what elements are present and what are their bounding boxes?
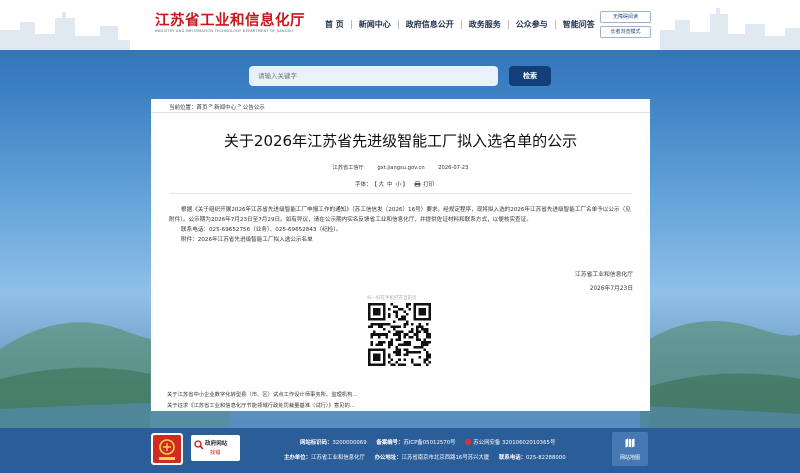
breadcrumb: 当前位置： 首页 > 新闻中心 > 公告公示 — [169, 103, 265, 111]
nav-public-participation[interactable]: 公众参与 — [509, 19, 555, 30]
police-record[interactable]: 苏公网安备 32010602010365号 — [473, 440, 555, 446]
article-date: 2026-07-23 — [438, 165, 469, 171]
qr-caption: 扫一扫在手机打开当前页 — [367, 296, 417, 301]
icp-number[interactable]: 苏ICP备05012570号 — [403, 440, 455, 446]
host-org: 江苏省工业和信息化厅 — [310, 455, 365, 461]
breadcrumb-news-center[interactable]: 新闻中心 — [214, 103, 236, 111]
print-button[interactable]: 打印 — [423, 180, 434, 188]
party-gov-badge[interactable] — [151, 433, 183, 465]
printer-icon[interactable] — [414, 181, 421, 187]
font-bracket: 】 — [402, 182, 409, 188]
footer-line-2: 主办单位：江苏省工业和信息化厅 办公地址：江苏省南京市北京西路16号苏兴大厦 联… — [284, 453, 566, 461]
map-icon — [625, 438, 635, 448]
breadcrumb-home[interactable]: 首页 — [197, 103, 208, 111]
font-size-medium[interactable]: 中 — [387, 180, 393, 188]
breadcrumb-divider — [151, 112, 650, 113]
qr-code-icon — [368, 303, 431, 366]
article-attachment-link[interactable]: 附件：2026年江苏省先进级智能工厂拟入选公示名单 — [169, 235, 635, 245]
font-size-small[interactable]: 小 — [396, 180, 402, 188]
breadcrumb-separator: > — [237, 103, 242, 109]
breadcrumb-label: 当前位置： — [169, 105, 197, 111]
nav-news-center[interactable]: 新闻中心 — [352, 19, 398, 30]
elderly-mode-button[interactable]: 长者浏览模式 — [600, 26, 651, 38]
article-source: 江苏省工信厅 — [332, 165, 364, 171]
contact-phone: 025-82288000 — [526, 455, 566, 461]
font-size-large[interactable]: 大 — [379, 180, 385, 188]
signature-organization: 江苏省工业和信息化厅 — [575, 272, 633, 278]
article-body: 根据《关于组织开展2026年江苏省先进级智能工厂申报工作的通知》（苏工信信发〔2… — [169, 205, 635, 245]
office-address: 江苏省南京市北京西路16号苏兴大厦 — [401, 455, 490, 461]
footer-line-1: 网站标识码：3200000069 备案编号：苏ICP备05012570号 苏公网… — [300, 438, 555, 446]
site-footer — [0, 428, 800, 473]
article-site: gxt.jiangsu.gov.cn — [377, 165, 425, 171]
breadcrumb-separator: > — [208, 103, 214, 109]
article-paragraph: 根据《关于组织开展2026年江苏省先进级智能工厂申报工作的通知》（苏工信信发〔2… — [169, 207, 631, 223]
site-map-button[interactable]: 网站地图 — [612, 432, 648, 466]
search-input[interactable] — [249, 66, 498, 86]
site-map-label: 网站地图 — [619, 455, 640, 461]
search-button[interactable]: 检索 — [509, 66, 551, 86]
host-label: 主办单位： — [284, 455, 311, 461]
related-article-link[interactable]: 关于征求《江苏省工业和信息化厅节能领域行政处罚裁量基准（试行）》意见的... — [167, 401, 355, 409]
nav-home[interactable]: 首 页 — [318, 19, 351, 30]
police-badge-icon — [465, 439, 472, 445]
font-size-label: 字体： — [355, 182, 372, 188]
signature-date: 2026年7月23日 — [589, 286, 633, 292]
main-nav: 首 页 新闻中心 政府信息公开 政务服务 公众参与 智能问答 — [318, 19, 602, 30]
error-badge-title: 政府网站 — [205, 441, 228, 447]
nav-gov-info[interactable]: 政府信息公开 — [399, 19, 461, 30]
article-title: 关于2026年江苏省先进级智能工厂拟入选名单的公示 — [223, 132, 578, 150]
site-header: 江苏省工业和信息化厅 INDUSTRY AND INFORMATION TECH… — [0, 0, 800, 50]
article-panel: 当前位置： 首页 > 新闻中心 > 公告公示 关于2026年江苏省先进级智能工厂… — [151, 99, 650, 411]
breadcrumb-announcements[interactable]: 公告公示 — [243, 103, 265, 111]
nav-smart-qa[interactable]: 智能问答 — [556, 19, 602, 30]
emblem-icon — [153, 435, 181, 463]
phone-label: 联系电话： — [499, 455, 526, 461]
article-tools: 字体： 【 大 中 小 】 打印 — [355, 180, 434, 188]
gov-site-error-report-badge[interactable]: 政府网站 找错 — [191, 435, 240, 461]
article-meta: 江苏省工信厅 gxt.jiangsu.gov.cn 2026-07-23 — [151, 164, 650, 171]
search-magnifier-icon — [194, 440, 204, 450]
icp-label: 备案编号： — [376, 440, 404, 446]
related-article-link[interactable]: 关于江苏省中小企业数字化转型县（市、区）试点工作设计师事务所、监理机构... — [167, 390, 357, 398]
article-contact: 联系电话：025-69652756（业务）、025-69652843（纪检）。 — [181, 227, 342, 233]
font-bracket: 【 — [371, 182, 378, 188]
error-badge-subtitle: 找错 — [210, 450, 221, 456]
meta-divider — [169, 193, 632, 194]
address-label: 办公地址： — [374, 455, 402, 461]
site-id-label: 网站标识码： — [300, 440, 333, 446]
site-logo-subtitle: INDUSTRY AND INFORMATION TECHNOLOGY DEPA… — [155, 29, 294, 33]
site-logo-title[interactable]: 江苏省工业和信息化厅 — [155, 9, 305, 30]
accessibility-mode-button[interactable]: 无障碍阅读 — [600, 11, 651, 23]
nav-gov-services[interactable]: 政务服务 — [462, 19, 508, 30]
site-id: 3200000069 — [332, 440, 367, 446]
